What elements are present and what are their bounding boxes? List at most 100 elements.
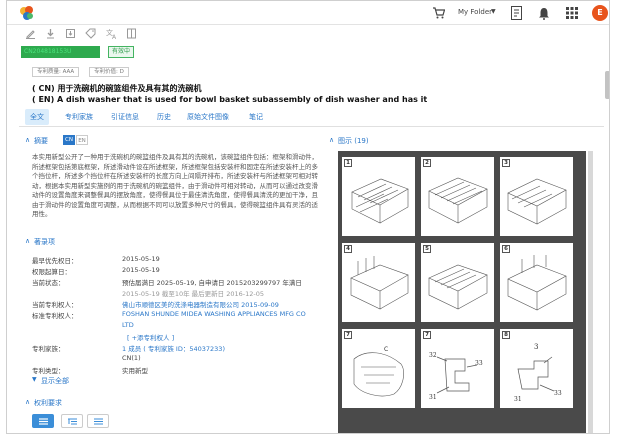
patent-value-tag[interactable]: 专利价值: D bbox=[89, 67, 129, 77]
document-toolbar: 文A bbox=[7, 25, 609, 41]
tag-icon[interactable] bbox=[85, 28, 96, 39]
lang-en-toggle[interactable]: EN bbox=[76, 135, 88, 145]
dish-rack-drawing bbox=[428, 177, 488, 224]
figure-thumbnail[interactable]: 6 bbox=[500, 243, 573, 322]
shopping-cart-icon[interactable] bbox=[433, 7, 445, 19]
bell-icon[interactable] bbox=[538, 7, 550, 20]
figure-thumbnail[interactable]: 2 bbox=[421, 157, 494, 236]
save-icon[interactable] bbox=[65, 28, 76, 39]
standard-assignee-link[interactable]: FOSHAN SHUNDE MIDEA WASHING APPLIANCES M… bbox=[122, 310, 306, 318]
figure-label: 33 bbox=[475, 360, 483, 367]
app-logo[interactable] bbox=[19, 5, 35, 21]
patent-quality-tag[interactable]: 专利质量: AAA bbox=[32, 67, 80, 77]
figure-number: 4 bbox=[344, 245, 352, 253]
gallery-scrollbar[interactable] bbox=[588, 151, 593, 433]
content-tabs: 全文 专利家族 引证信息 历史 原始文件图像 笔记 bbox=[25, 109, 605, 125]
tab-history[interactable]: 历史 bbox=[157, 109, 171, 125]
page-scrollbar[interactable] bbox=[605, 63, 609, 433]
figure-number: 3 bbox=[502, 159, 510, 167]
figure-thumbnail[interactable]: 1 bbox=[342, 157, 415, 236]
figure-number: 7 bbox=[344, 331, 352, 339]
figure-number: 6 bbox=[502, 245, 510, 253]
figures-gallery: 1 2 3 4 5 6 7 C 7 32 33 31 8 3 33 31 bbox=[338, 151, 586, 433]
field-value: 实用新型 bbox=[122, 367, 148, 375]
download-icon[interactable] bbox=[45, 28, 56, 39]
add-assignee-button[interactable]: [ +添专利权人 ] bbox=[127, 332, 174, 342]
figure-thumbnail[interactable]: 7 C bbox=[342, 329, 415, 408]
field-label: 专利类型： bbox=[32, 367, 65, 375]
figure-label: 31 bbox=[429, 394, 437, 401]
document-icon[interactable] bbox=[511, 6, 522, 20]
app-window: My Folder ▼ E 文A CN204818153U 有效中 专利质量: … bbox=[6, 0, 610, 434]
avatar[interactable]: E bbox=[592, 5, 608, 21]
dish-rack-drawing bbox=[351, 178, 409, 224]
folder-menu-label[interactable]: My Folder bbox=[458, 8, 492, 16]
figure-number: 1 bbox=[344, 159, 352, 167]
field-value: 2015-05-19 截至10年 最后更新日 2016-12-05 bbox=[122, 290, 265, 298]
field-label: 权限起算日： bbox=[32, 268, 71, 276]
tree-view-button[interactable] bbox=[61, 414, 83, 428]
component-detail-drawing: C bbox=[353, 346, 404, 397]
figure-thumbnail[interactable]: 7 32 33 31 bbox=[421, 329, 494, 408]
figure-label: 31 bbox=[514, 396, 522, 403]
scrollbar-thumb[interactable] bbox=[605, 71, 609, 99]
claims-heading[interactable]: 权利要求 bbox=[34, 398, 62, 408]
dish-rack-drawing bbox=[428, 264, 488, 310]
collapse-figures-icon[interactable]: ∧ bbox=[329, 136, 334, 144]
figure-number: 7 bbox=[423, 331, 431, 339]
tab-full-text[interactable]: 全文 bbox=[25, 109, 49, 125]
field-value: CN(1) bbox=[122, 354, 141, 362]
clip-part-drawing: 33331 bbox=[514, 343, 562, 403]
abstract-text: 本实用新型公开了一种用于洗碗机的碗篮组件及具有其的洗碗机，该碗篮组件包括：框架和… bbox=[32, 153, 318, 218]
list-view-button[interactable] bbox=[32, 414, 54, 428]
field-label: 当前专利权人： bbox=[32, 301, 78, 309]
apps-grid-icon[interactable] bbox=[566, 7, 578, 19]
figure-label: 33 bbox=[554, 390, 562, 397]
tab-notes[interactable]: 笔记 bbox=[249, 109, 263, 125]
book-icon[interactable] bbox=[126, 28, 137, 39]
divider bbox=[19, 126, 604, 127]
edit-icon[interactable] bbox=[25, 28, 36, 39]
list-icon bbox=[39, 418, 48, 425]
translate-icon[interactable]: 文A bbox=[106, 28, 117, 39]
show-all-link[interactable]: 显示全部 bbox=[41, 376, 69, 386]
standard-assignee-link[interactable]: LTD bbox=[122, 321, 134, 329]
compact-list-icon bbox=[94, 418, 103, 425]
publication-number[interactable]: CN204818153U bbox=[21, 46, 100, 58]
dish-rack-drawing bbox=[507, 255, 567, 311]
assignee-link[interactable]: 佛山市顺德区美的洗涤电器制造有限公司 2015-09-09 bbox=[122, 299, 279, 309]
figure-label: 3 bbox=[534, 343, 538, 351]
compact-view-button[interactable] bbox=[87, 414, 109, 428]
biblio-heading[interactable]: 著录项 bbox=[34, 237, 55, 247]
tab-patent-family[interactable]: 专利家族 bbox=[65, 109, 93, 125]
show-all-icon[interactable]: ▼ bbox=[32, 376, 37, 383]
dish-rack-drawing bbox=[507, 178, 567, 225]
tree-icon bbox=[68, 418, 77, 425]
figure-label: 32 bbox=[429, 352, 437, 359]
tab-original-images[interactable]: 原始文件图像 bbox=[187, 109, 229, 125]
figure-thumbnail[interactable]: 8 3 33 31 bbox=[500, 329, 573, 408]
figures-heading[interactable]: 图示 (19) bbox=[338, 136, 369, 146]
chevron-down-icon[interactable]: ▼ bbox=[491, 8, 496, 15]
collapse-abstract-icon[interactable]: ∧ bbox=[25, 136, 30, 144]
field-label: 标准专利权人： bbox=[32, 312, 78, 320]
status-badge: 有效中 bbox=[108, 46, 135, 58]
clip-part-drawing: 32 33 31 bbox=[429, 352, 483, 401]
collapse-claims-icon[interactable]: ∧ bbox=[25, 398, 30, 406]
title-cn: ( CN) 用于洗碗机的碗篮组件及具有其的洗碗机 bbox=[32, 84, 202, 93]
field-label: 当前状态： bbox=[32, 279, 65, 287]
figure-thumbnail[interactable]: 5 bbox=[421, 243, 494, 322]
tab-citations[interactable]: 引证信息 bbox=[111, 109, 139, 125]
field-value: 2015-05-19 bbox=[122, 266, 160, 274]
top-bar: My Folder ▼ E bbox=[7, 1, 609, 25]
collapse-biblio-icon[interactable]: ∧ bbox=[25, 237, 30, 245]
field-value: 2015-05-19 bbox=[122, 255, 160, 263]
abstract-heading[interactable]: 摘要 bbox=[34, 136, 48, 146]
patent-family-link[interactable]: 1 成员 ( 专利家族 ID：54037233) bbox=[122, 343, 225, 353]
lang-cn-toggle[interactable]: CN bbox=[63, 135, 75, 145]
svg-text:A: A bbox=[112, 34, 117, 39]
field-label: 最早优先权日： bbox=[32, 257, 78, 265]
figure-number: 2 bbox=[423, 159, 431, 167]
figure-thumbnail[interactable]: 4 bbox=[342, 243, 415, 322]
figure-thumbnail[interactable]: 3 bbox=[500, 157, 573, 236]
